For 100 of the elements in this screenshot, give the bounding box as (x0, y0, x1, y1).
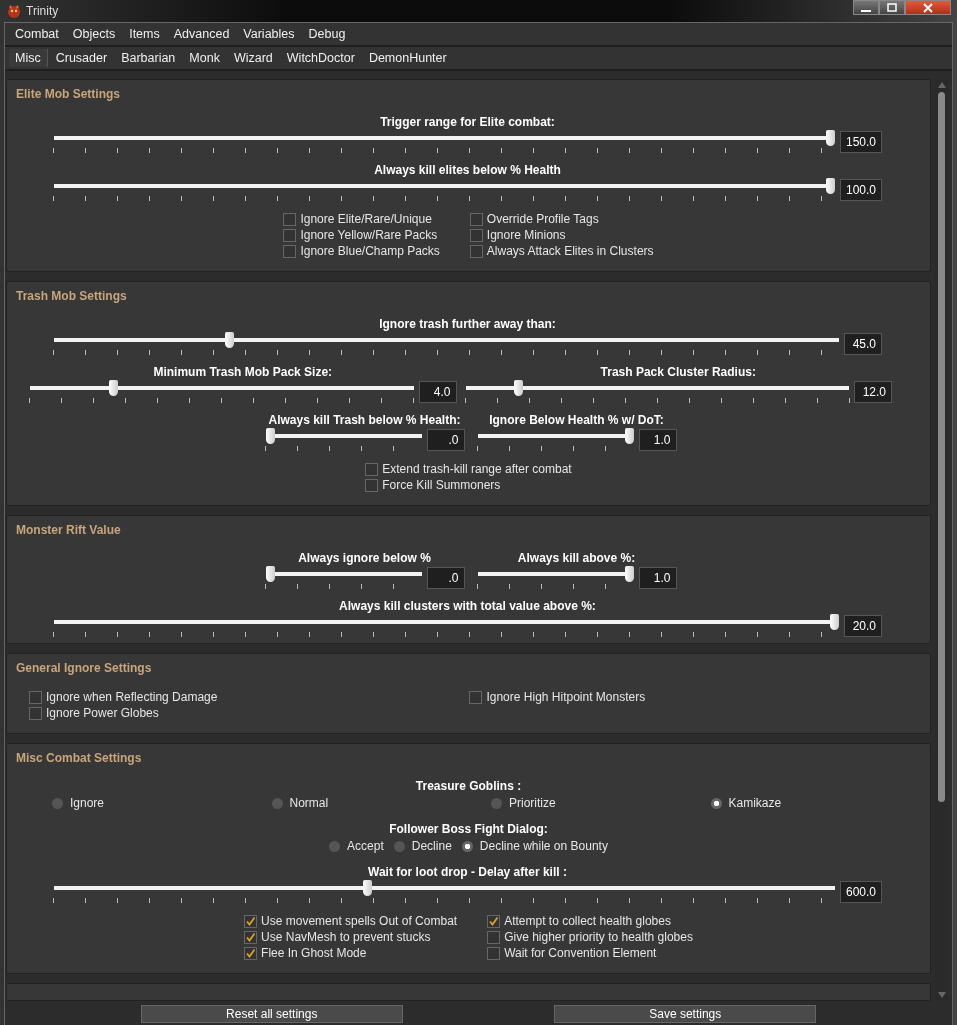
group-label: Follower Boss Fight Dialog: (389, 822, 548, 837)
checkbox[interactable] (469, 244, 483, 258)
group-label: Treasure Goblins : (415, 779, 522, 794)
slider-thumb[interactable] (265, 566, 275, 582)
tab[interactable]: WitchDoctor (280, 49, 361, 67)
tab[interactable]: Items (123, 25, 166, 43)
tab[interactable]: Variables (237, 25, 301, 43)
tab[interactable]: Objects (66, 25, 122, 43)
checkbox-label: Use movement spells Out of Combat (261, 914, 458, 928)
slider-label: Ignore trash further away than: (379, 317, 556, 332)
checkbox[interactable] (365, 478, 379, 492)
tab[interactable]: Misc (9, 49, 48, 67)
value-field[interactable]: 150.0 (839, 130, 882, 153)
radio-label: Ignore (70, 796, 105, 810)
checkbox[interactable] (29, 690, 42, 704)
checkbox[interactable] (487, 914, 501, 928)
checkbox-label: Give higher priority to health globes (504, 930, 693, 944)
slider-thumb[interactable] (624, 566, 634, 582)
checkbox[interactable] (365, 462, 379, 476)
close-button[interactable] (905, 0, 951, 15)
radio-button[interactable] (461, 840, 473, 852)
slider-thumb[interactable] (108, 380, 118, 396)
section-title: Misc Combat Settings (15, 750, 143, 767)
value-field[interactable]: 45.0 (844, 332, 882, 355)
slider-thumb[interactable] (514, 380, 524, 396)
checkbox[interactable] (244, 930, 258, 944)
minimize-button[interactable] (853, 0, 879, 15)
tab[interactable]: Debug (302, 25, 352, 43)
scroll-up-icon[interactable] (937, 82, 946, 88)
value-field[interactable]: 12.0 (854, 380, 892, 403)
checkbox-label: Ignore Elite/Rare/Unique (300, 212, 432, 226)
minimize-icon (861, 9, 871, 12)
footer-button[interactable]: Reset all settings (140, 1005, 403, 1023)
tab[interactable]: Crusader (49, 49, 114, 67)
radio-label: Decline while on Bounty (479, 839, 608, 853)
value-field[interactable]: 20.0 (844, 614, 882, 637)
slider-thumb[interactable] (825, 130, 835, 146)
tab[interactable]: Monk (183, 49, 226, 67)
checkbox-label: Force Kill Summoners (382, 478, 501, 492)
checkbox[interactable] (29, 706, 42, 720)
radio-label: Accept (347, 839, 384, 853)
slider-thumb[interactable] (624, 428, 634, 444)
checkbox-label: Ignore Minions (486, 228, 566, 242)
radio-button[interactable] (329, 840, 341, 852)
checkbox-label: Ignore High Hitpoint Monsters (486, 690, 646, 704)
app-icon (6, 3, 22, 19)
checkbox-label: Ignore when Reflecting Damage (46, 690, 218, 704)
value-field[interactable]: .0 (426, 566, 465, 589)
radio-button[interactable] (52, 797, 63, 809)
radio-label: Decline (411, 839, 452, 853)
tab[interactable]: DemonHunter (362, 49, 453, 67)
value-field[interactable]: 600.0 (839, 880, 882, 903)
value-field[interactable]: 100.0 (839, 178, 882, 201)
checkbox[interactable] (469, 228, 483, 242)
section-title: Monster Rift Value (15, 522, 122, 539)
scroll-thumb[interactable] (938, 92, 945, 802)
checkbox[interactable] (283, 228, 297, 242)
checkbox[interactable] (469, 212, 483, 226)
tab[interactable]: Barbarian (115, 49, 182, 67)
radio-button[interactable] (393, 840, 405, 852)
checkbox-label: Ignore Power Globes (46, 706, 159, 720)
tab[interactable]: Advanced (167, 25, 236, 43)
window-title: Trinity (26, 4, 59, 18)
checkbox[interactable] (487, 946, 501, 960)
footer-button[interactable]: Save settings (554, 1005, 817, 1023)
slider-thumb[interactable] (265, 428, 275, 444)
slider-thumb[interactable] (224, 332, 234, 348)
checkbox-label: Wait for Convention Element (504, 946, 657, 960)
section-title: Trash Mob Settings (15, 288, 128, 305)
checkbox[interactable] (469, 690, 483, 704)
value-field[interactable]: 1.0 (638, 428, 677, 451)
radio-label: Kamikaze (728, 796, 782, 810)
value-field[interactable]: 1.0 (638, 566, 677, 589)
scroll-down-icon[interactable] (937, 992, 946, 998)
checkbox[interactable] (244, 914, 258, 928)
value-field[interactable]: 4.0 (418, 380, 457, 403)
slider-label: Always kill Trash below % Health: (268, 413, 461, 428)
slider-label: Trigger range for Elite combat: (380, 115, 555, 130)
radio-button[interactable] (491, 797, 502, 809)
slider-thumb[interactable] (825, 178, 835, 194)
slider-label: Always kill clusters with total value above %: (339, 599, 596, 614)
slider-label: Trash Pack Cluster Radius: (600, 365, 756, 380)
tab[interactable]: Wizard (227, 49, 279, 67)
radio-button[interactable] (271, 797, 283, 809)
maximize-button[interactable] (879, 0, 905, 15)
close-icon (922, 2, 934, 13)
slider-label: Always ignore below % (298, 551, 431, 566)
checkbox[interactable] (283, 212, 297, 226)
tab[interactable]: Combat (9, 25, 65, 43)
checkbox[interactable] (487, 930, 501, 944)
checkbox[interactable] (283, 244, 297, 258)
radio-button[interactable] (710, 797, 722, 809)
slider-thumb[interactable] (362, 880, 372, 896)
checkbox-label: Attempt to collect health globes (504, 914, 671, 928)
section-title: Elite Mob Settings (15, 86, 121, 103)
slider-thumb[interactable] (830, 614, 839, 630)
value-field[interactable]: .0 (426, 428, 465, 451)
slider-label: Always kill above %: (517, 551, 636, 566)
slider-label: Always kill elites below % Health (374, 163, 561, 178)
checkbox[interactable] (244, 946, 258, 960)
